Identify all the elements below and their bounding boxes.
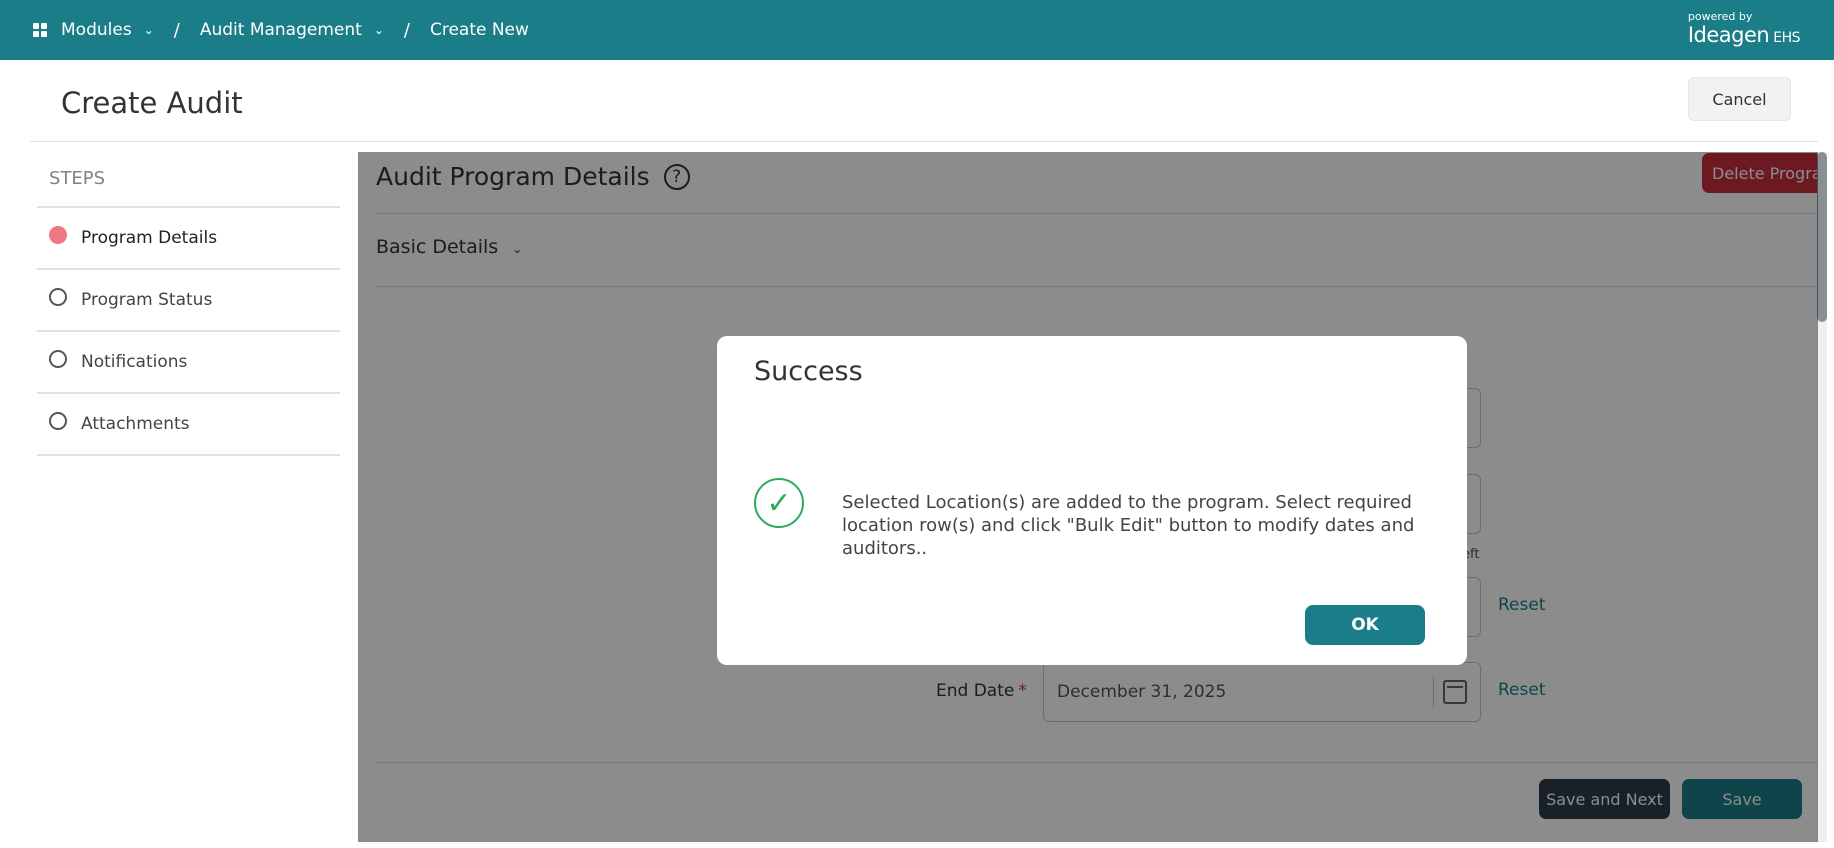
steps-title: STEPS bbox=[37, 152, 340, 208]
cancel-button[interactable]: Cancel bbox=[1688, 77, 1791, 121]
step-notifications[interactable]: Notifications bbox=[37, 332, 340, 394]
step-label: Attachments bbox=[81, 414, 190, 434]
scrollbar-thumb[interactable] bbox=[1817, 152, 1827, 322]
step-label: Program Status bbox=[81, 290, 213, 310]
audit-management-label: Audit Management bbox=[199, 20, 362, 40]
modules-label: Modules bbox=[61, 20, 132, 40]
step-indicator-icon bbox=[49, 412, 67, 430]
success-dialog: Success ✓ Selected Location(s) are added… bbox=[717, 336, 1467, 665]
powered-by-text: powered by bbox=[1687, 10, 1753, 23]
audit-management-menu[interactable]: Audit Management ⌄ bbox=[200, 20, 384, 40]
step-label: Notifications bbox=[81, 352, 188, 372]
chevron-down-icon: ⌄ bbox=[143, 23, 154, 37]
dialog-message: Selected Location(s) are added to the pr… bbox=[842, 492, 1415, 559]
check-circle-icon: ✓ bbox=[754, 478, 804, 528]
grid-icon bbox=[33, 23, 47, 37]
steps-sidebar: STEPS Program Details Program Status Not… bbox=[37, 152, 340, 456]
breadcrumb-separator: / bbox=[403, 19, 410, 41]
step-indicator-icon bbox=[49, 350, 67, 368]
step-label: Program Details bbox=[81, 228, 218, 248]
brand-name-text: Ideagen bbox=[1687, 23, 1770, 47]
step-program-status[interactable]: Program Status bbox=[37, 270, 340, 332]
brand-name: Ideagen EHS bbox=[1687, 23, 1801, 47]
brand-suffix: EHS bbox=[1773, 30, 1800, 46]
create-new-label: Create New bbox=[429, 20, 529, 40]
top-navigation-bar: Modules ⌄ / Audit Management ⌄ / Create … bbox=[0, 0, 1834, 60]
step-indicator-icon bbox=[49, 288, 67, 306]
modules-menu[interactable]: Modules ⌄ bbox=[33, 20, 154, 40]
step-attachments[interactable]: Attachments bbox=[37, 394, 340, 456]
breadcrumb: Modules ⌄ / Audit Management ⌄ / Create … bbox=[0, 20, 529, 41]
step-program-details[interactable]: Program Details bbox=[37, 208, 340, 270]
divider bbox=[30, 141, 1818, 142]
brand-logo: powered by Ideagen EHS bbox=[1687, 10, 1801, 47]
page-title: Create Audit bbox=[61, 86, 243, 120]
create-new-crumb: Create New bbox=[430, 20, 529, 40]
chevron-down-icon: ⌄ bbox=[373, 23, 384, 37]
step-indicator-icon bbox=[49, 226, 67, 244]
dialog-title: Success bbox=[754, 356, 863, 387]
ok-button[interactable]: OK bbox=[1305, 605, 1425, 645]
breadcrumb-separator: / bbox=[173, 19, 180, 41]
